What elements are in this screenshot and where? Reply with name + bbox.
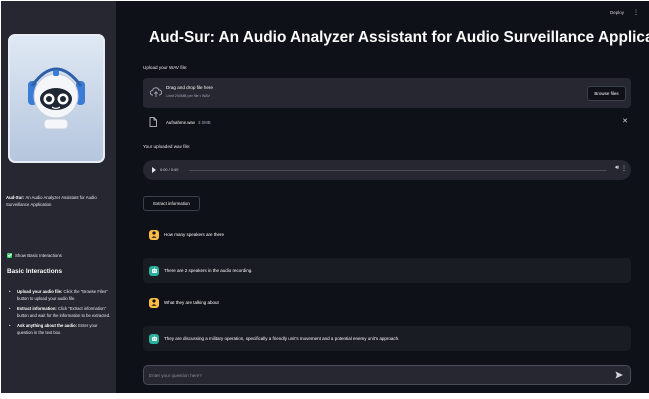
chat-message-assistant: They are discussing a military operation…	[143, 326, 631, 351]
sidebar-app-description: Aud-Sur: An Audio Analyzer Assistant for…	[6, 194, 114, 208]
upload-label: Upload your WAV file:	[143, 65, 188, 70]
main-menu-icon[interactable]: ⋮	[633, 10, 639, 16]
checkbox-label: Show Basic Interactions	[15, 253, 62, 258]
list-item-title: Upload your audio file:	[17, 289, 63, 294]
user-avatar-icon	[149, 297, 159, 308]
chat-message-user: How many speakers are there	[143, 222, 631, 247]
dropzone-limit: Limit 200MB per file • WAV	[166, 94, 210, 98]
uploaded-file-row: Aufnahme.wav 3.0MB ✕	[143, 114, 631, 130]
list-item-title: Extract information:	[17, 305, 57, 311]
basic-interactions-list: Upload your audio file: Click the "Brows…	[7, 289, 111, 339]
user-avatar-icon	[149, 229, 159, 240]
deploy-button[interactable]: Deploy	[610, 10, 624, 15]
chat-message-text: How many speakers are there	[164, 232, 225, 237]
cloud-upload-icon	[150, 87, 162, 97]
file-size: 3.0MB	[198, 120, 211, 125]
chat-message-user: What they are talking about	[143, 290, 631, 315]
chat-question-input[interactable]	[149, 370, 599, 381]
file-info: Aufnahme.wav 3.0MB	[166, 120, 211, 125]
volume-icon[interactable]: 🔊︎	[615, 165, 619, 172]
file-dropzone[interactable]: Drag and drop file here Limit 200MB per …	[143, 78, 631, 108]
audio-seek-slider[interactable]	[189, 169, 607, 171]
main-content: Deploy ⋮ Aud-Sur: An Audio Analyzer Assi…	[116, 1, 649, 393]
more-options-icon[interactable]: ⋮	[621, 165, 627, 172]
page-title: Aud-Sur: An Audio Analyzer Assistant for…	[149, 29, 649, 46]
file-icon	[149, 117, 157, 127]
browse-files-button[interactable]: Browse files	[587, 86, 626, 101]
sidebar-app-name: Aud-Sur:	[6, 195, 25, 200]
basic-interactions-heading: Basic Interactions	[7, 268, 63, 275]
robot-logo-icon	[28, 67, 85, 130]
remove-file-close-icon[interactable]: ✕	[622, 117, 628, 125]
audio-player: 0:00 / 0:40 🔊︎ ⋮	[143, 160, 631, 180]
list-item: Ask anything about the audio: Enter your…	[7, 323, 111, 337]
chat-input-container	[143, 365, 631, 385]
sidebar: Aud-Sur: An Audio Analyzer Assistant for…	[1, 1, 116, 393]
list-item: Upload your audio file: Click the "Brows…	[7, 289, 111, 303]
play-icon[interactable]	[152, 167, 156, 173]
chat-message-text: What they are talking about	[164, 300, 219, 305]
assistant-avatar-icon	[149, 265, 159, 276]
file-name: Aufnahme.wav	[166, 120, 196, 125]
send-icon[interactable]	[614, 370, 624, 380]
chat-message-text: They are discussing a military operation…	[164, 336, 400, 341]
robot-headphones-logo	[8, 34, 105, 163]
chat-message-text: There are 2 speakers in the audio record…	[164, 268, 253, 273]
list-item: Extract information: Click "Extract info…	[7, 306, 111, 320]
list-item-title: Ask anything about the audio:	[17, 322, 78, 328]
show-basic-interactions-checkbox[interactable]: Show Basic Interactions	[7, 253, 62, 258]
audio-time: 0:00 / 0:40	[160, 167, 179, 172]
chat-message-assistant: There are 2 speakers in the audio record…	[143, 258, 631, 283]
dropzone-instructions: Drag and drop file here	[166, 85, 213, 90]
checkbox-checked-icon[interactable]	[7, 253, 12, 258]
assistant-avatar-icon	[149, 333, 159, 344]
header-toolbar: Deploy ⋮	[610, 10, 639, 16]
app-window: Aud-Sur: An Audio Analyzer Assistant for…	[0, 0, 649, 399]
extract-information-button[interactable]: Extract information	[143, 196, 200, 211]
uploaded-wav-label: Your uploaded wav file:	[143, 144, 191, 149]
